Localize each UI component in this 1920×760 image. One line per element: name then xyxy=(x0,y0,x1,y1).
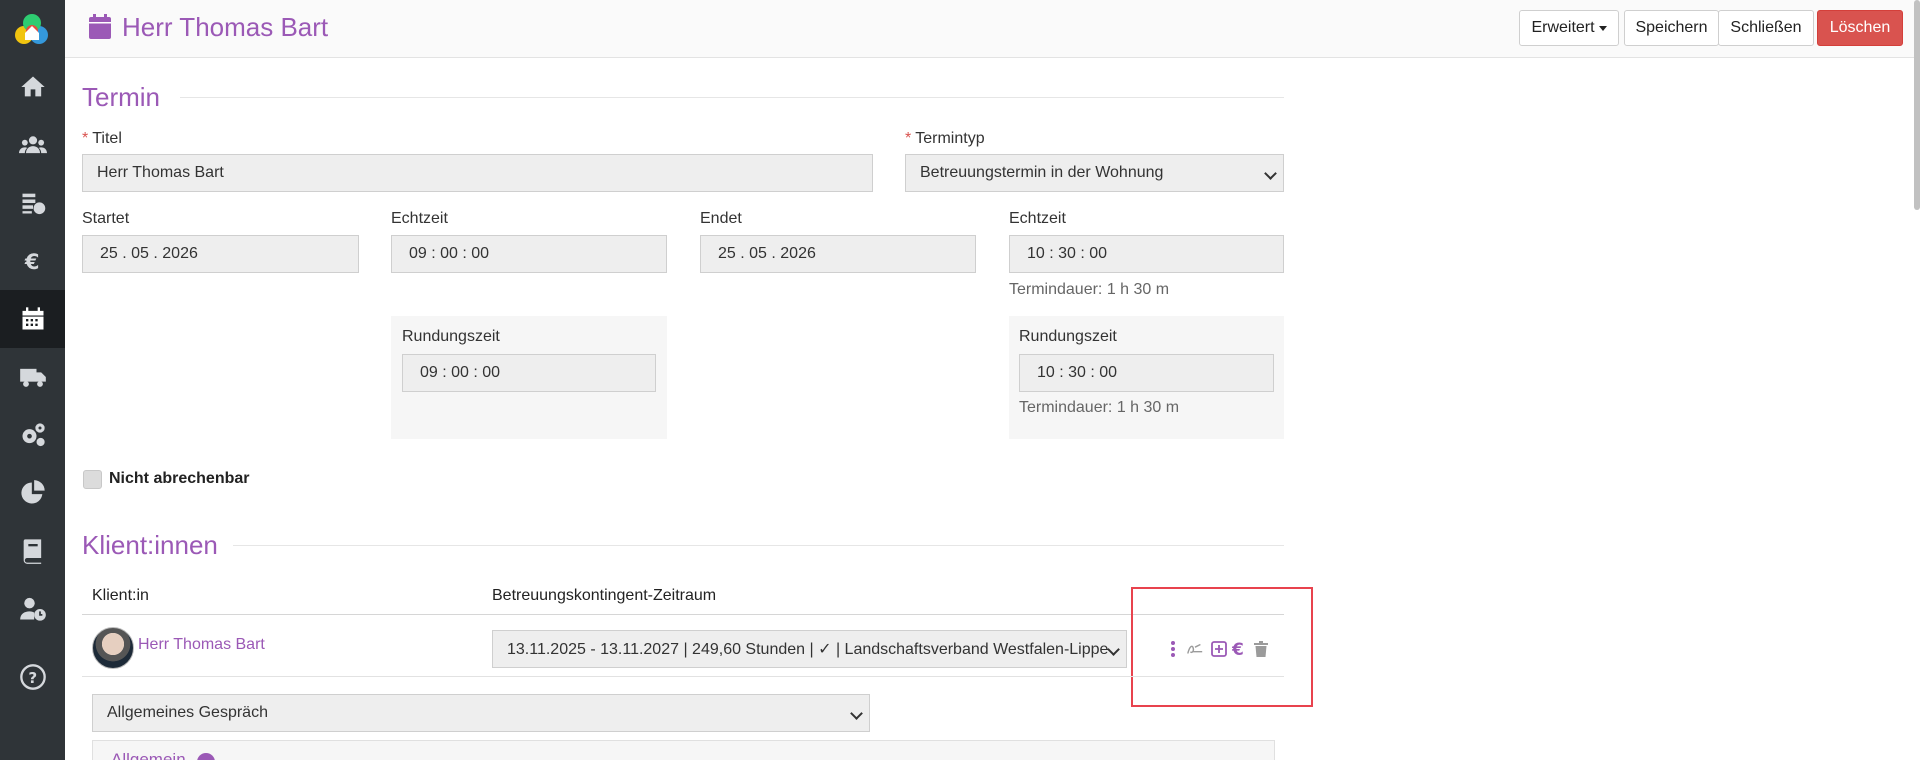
chevron-down-icon xyxy=(1107,643,1120,656)
calendar-icon xyxy=(22,307,43,330)
user-clock-icon xyxy=(19,597,46,621)
speichern-button[interactable]: Speichern xyxy=(1624,10,1719,46)
klienten-section-title: Klient:innen xyxy=(82,530,218,560)
termindauer-text: Termindauer: 1 h 30 m xyxy=(1009,281,1170,298)
termin-section-title: Termin xyxy=(82,82,161,112)
endet-label: Endet xyxy=(700,210,742,227)
rundungszeit-start-input[interactable]: 09 : 00 : 00 xyxy=(402,354,656,392)
users-icon xyxy=(18,136,47,154)
chevron-down-icon xyxy=(1264,167,1277,180)
truck-icon xyxy=(19,368,46,387)
termintyp-value: Betreuungstermin in der Wohnung xyxy=(920,164,1164,181)
startet-date-input[interactable]: 25 . 05 . 2026 xyxy=(82,235,359,273)
table-row-divider xyxy=(82,676,1284,677)
book-icon xyxy=(23,539,41,564)
sidebar-item-home[interactable] xyxy=(0,58,65,116)
echtzeit-start-label: Echtzeit xyxy=(391,210,448,227)
page-scrollbar[interactable] xyxy=(1914,0,1920,210)
sidebar-item-calendar[interactable] xyxy=(0,290,65,348)
gespraech-value: Allgemeines Gespräch xyxy=(107,704,268,721)
sidebar-item-settings[interactable] xyxy=(0,406,65,464)
gears-icon xyxy=(22,423,45,447)
termintyp-label: * Termintyp xyxy=(905,130,985,147)
sidebar-item-staff-time[interactable] xyxy=(0,580,65,638)
chevron-down-icon xyxy=(850,707,863,720)
euro-icon: € xyxy=(23,250,39,274)
startet-label: Startet xyxy=(82,210,130,227)
help-icon: ? xyxy=(19,664,46,690)
termindauer-rundung-text: Termindauer: 1 h 30 m xyxy=(1019,399,1180,416)
info-badge-icon xyxy=(197,753,215,760)
rundungszeit-end-input[interactable]: 10 : 30 : 00 xyxy=(1019,354,1274,392)
app-logo-icon[interactable] xyxy=(12,9,52,49)
calendar-title-icon xyxy=(89,14,111,39)
caret-down-icon xyxy=(1598,25,1607,31)
sidebar: € ? xyxy=(0,0,65,760)
gespraech-select[interactable]: Allgemeines Gespräch xyxy=(92,694,870,732)
nicht-abrechenbar-checkbox[interactable] xyxy=(83,470,102,489)
allgemein-accordion-label[interactable]: Allgemein xyxy=(111,750,186,760)
endet-date-input[interactable]: 25 . 05 . 2026 xyxy=(700,235,976,273)
termintyp-select[interactable]: Betreuungstermin in der Wohnung xyxy=(905,154,1284,192)
nicht-abrechenbar-label: Nicht abrechenbar xyxy=(109,470,250,487)
client-name-link[interactable]: Herr Thomas Bart xyxy=(138,636,265,654)
table-header-divider xyxy=(82,614,1284,615)
erweitert-dropdown-button[interactable]: Erweitert xyxy=(1519,10,1619,46)
sidebar-item-help[interactable]: ? xyxy=(0,648,65,706)
titel-label: * Titel xyxy=(82,130,122,147)
start-time-input[interactable]: 09 : 00 : 00 xyxy=(391,235,667,273)
home-icon xyxy=(20,76,45,97)
erweitert-label: Erweitert xyxy=(1531,19,1595,36)
titel-input[interactable]: Herr Thomas Bart xyxy=(82,154,873,192)
column-header-kontingent: Betreuungskontingent-Zeitraum xyxy=(492,587,717,604)
sidebar-item-statistics[interactable] xyxy=(0,464,65,522)
schliessen-button[interactable]: Schließen xyxy=(1718,10,1814,46)
column-header-klient: Klient:in xyxy=(92,587,149,604)
end-time-input[interactable]: 10 : 30 : 00 xyxy=(1009,235,1284,273)
rundungszeit-end-label: Rundungszeit xyxy=(1019,328,1117,345)
kontingent-select[interactable]: 13.11.2025 - 13.11.2027 | 249,60 Stunden… xyxy=(492,630,1127,668)
svg-text:?: ? xyxy=(28,669,37,687)
allgemein-accordion[interactable]: Allgemein xyxy=(92,740,1275,760)
sidebar-item-documents[interactable] xyxy=(0,174,65,232)
kontingent-value: 13.11.2025 - 13.11.2027 | 249,60 Stunden… xyxy=(507,641,1109,658)
client-avatar xyxy=(92,627,134,669)
documents-icon xyxy=(22,193,45,215)
section-divider xyxy=(180,97,1284,98)
sidebar-item-transport[interactable] xyxy=(0,348,65,406)
action-icons-highlight xyxy=(1131,587,1313,707)
section-divider xyxy=(233,545,1284,546)
page-title: Herr Thomas Bart xyxy=(122,12,329,42)
echtzeit-end-label: Echtzeit xyxy=(1009,210,1066,227)
loeschen-button[interactable]: Löschen xyxy=(1817,10,1903,46)
chart-pie-icon xyxy=(20,480,45,504)
sidebar-item-finance[interactable]: € xyxy=(0,232,65,290)
svg-text:€: € xyxy=(23,250,39,274)
rundungszeit-start-label: Rundungszeit xyxy=(402,328,500,345)
sidebar-item-docs[interactable] xyxy=(0,522,65,580)
sidebar-item-users[interactable] xyxy=(0,116,65,174)
